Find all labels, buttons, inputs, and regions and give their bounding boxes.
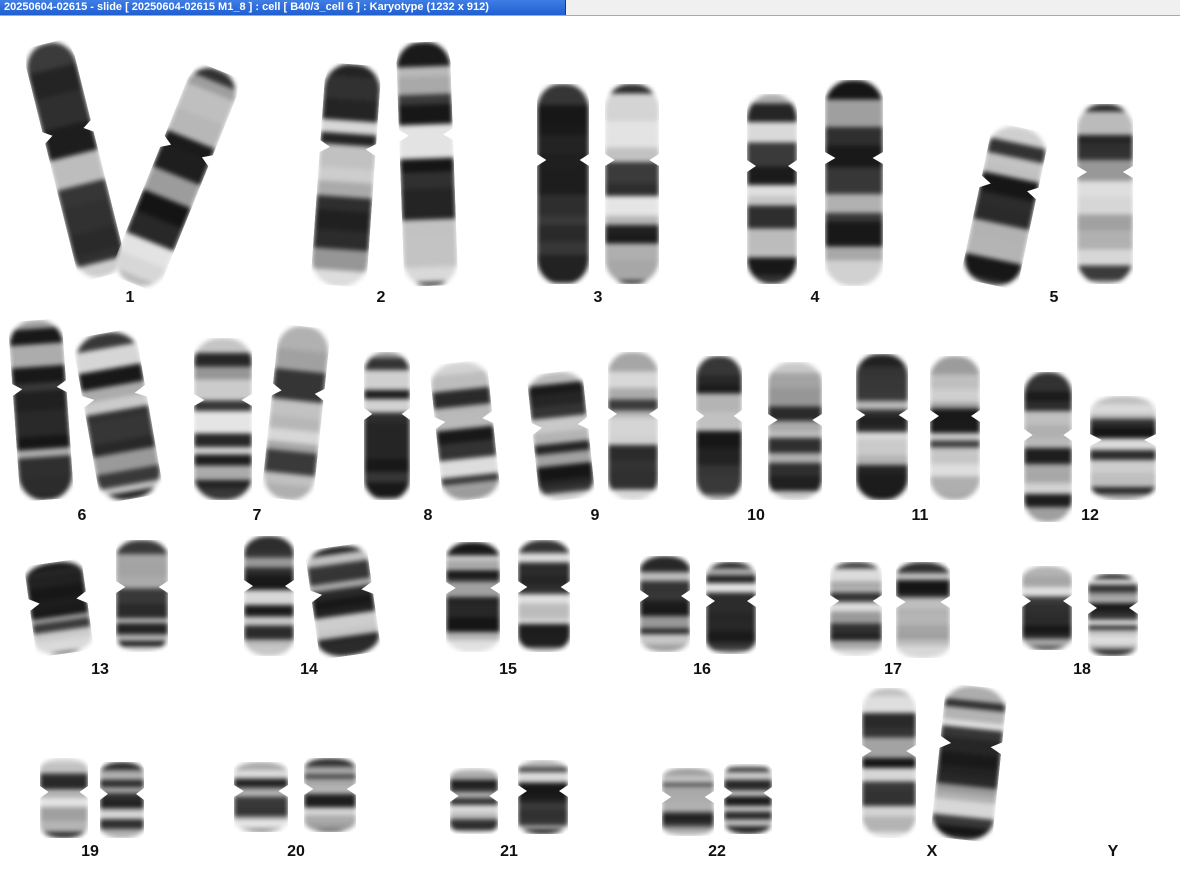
chromosome-1-a[interactable]: [22, 38, 129, 283]
chromosome-2-a[interactable]: [310, 62, 381, 287]
window-title-tab[interactable]: 20250604-02615 - slide [ 20250604-02615 …: [0, 0, 566, 15]
chromosome-18-b[interactable]: [1088, 574, 1138, 656]
chromosome-x-a[interactable]: [862, 688, 916, 838]
chromosome-label-8: 8: [423, 507, 433, 524]
chromosome-13-b[interactable]: [116, 540, 168, 652]
chromosome-label-19: 19: [81, 843, 99, 860]
chromosome-4-a[interactable]: [747, 94, 797, 284]
chromosome-3-a[interactable]: [537, 84, 589, 284]
chromosome-label-9: 9: [590, 507, 600, 524]
chromosome-20-b[interactable]: [304, 758, 356, 832]
chromosome-8-a[interactable]: [364, 352, 410, 500]
chromosome-19-b[interactable]: [100, 762, 144, 838]
chromosome-14-b[interactable]: [305, 542, 382, 660]
chromosome-19-a[interactable]: [40, 758, 88, 838]
chromosome-label-7: 7: [252, 507, 262, 524]
chromosome-9-b[interactable]: [608, 352, 658, 500]
chromosome-5-a[interactable]: [960, 122, 1050, 291]
chromosome-21-a[interactable]: [450, 768, 498, 834]
chromosome-4-b[interactable]: [825, 80, 883, 286]
window-title: 20250604-02615 - slide [ 20250604-02615 …: [4, 1, 489, 13]
chromosome-11-a[interactable]: [856, 354, 908, 500]
chromosome-6-a[interactable]: [8, 318, 74, 501]
chromosome-22-b[interactable]: [724, 764, 772, 834]
chromosome-label-10: 10: [747, 507, 765, 524]
chromosome-label-1: 1: [125, 289, 135, 306]
chromosome-15-b[interactable]: [518, 540, 570, 652]
chromosome-12-b[interactable]: [1090, 396, 1156, 500]
chromosome-11-b[interactable]: [930, 356, 980, 500]
chromosome-9-a[interactable]: [526, 369, 595, 502]
chromosome-label-17: 17: [884, 661, 902, 678]
chromosome-label-13: 13: [91, 661, 109, 678]
chromosome-16-b[interactable]: [706, 562, 756, 654]
chromosome-14-a[interactable]: [244, 536, 294, 656]
chromosome-17-a[interactable]: [830, 562, 882, 656]
chromosome-21-b[interactable]: [518, 760, 568, 834]
chromosome-label-3: 3: [593, 289, 603, 306]
chromosome-label-20: 20: [287, 843, 305, 860]
chromosome-2-b[interactable]: [396, 41, 458, 287]
chromosome-22-a[interactable]: [662, 768, 714, 836]
window-titlebar: 20250604-02615 - slide [ 20250604-02615 …: [0, 0, 1180, 16]
chromosome-label-y: Y: [1107, 843, 1119, 860]
chromosome-5-b[interactable]: [1077, 104, 1133, 284]
chromosome-20-a[interactable]: [234, 762, 288, 832]
chromosome-10-a[interactable]: [696, 356, 742, 500]
chromosome-label-18: 18: [1073, 661, 1091, 678]
chromosome-15-a[interactable]: [446, 542, 500, 652]
chromosome-18-a[interactable]: [1022, 566, 1072, 650]
chromosome-10-b[interactable]: [768, 362, 822, 500]
chromosome-label-15: 15: [499, 661, 517, 678]
chromosome-label-16: 16: [693, 661, 711, 678]
chromosome-8-b[interactable]: [429, 359, 501, 502]
karyotype-canvas[interactable]: 1 2 3 4 5 6 7 8 9 10 11 12 13 14 15 16 17 18 19 20 21 22 X Y: [0, 17, 1180, 878]
chromosome-label-14: 14: [300, 661, 318, 678]
chromosome-label-21: 21: [500, 843, 518, 860]
chromosome-label-2: 2: [376, 289, 386, 306]
chromosome-7-a[interactable]: [194, 338, 252, 500]
chromosome-16-a[interactable]: [640, 556, 690, 652]
chromosome-13-a[interactable]: [24, 558, 94, 657]
chromosome-label-22: 22: [708, 843, 726, 860]
chromosome-label-12: 12: [1081, 507, 1099, 524]
chromosome-7-b[interactable]: [261, 324, 331, 502]
chromosome-label-5: 5: [1049, 289, 1059, 306]
chromosome-label-11: 11: [911, 507, 929, 524]
chromosome-12-a[interactable]: [1024, 372, 1072, 522]
chromosome-label-4: 4: [810, 289, 820, 306]
chromosome-label-6: 6: [77, 507, 87, 524]
chromosome-3-b[interactable]: [605, 84, 659, 284]
chromosome-1-b[interactable]: [109, 61, 243, 294]
chromosome-17-b[interactable]: [896, 562, 950, 658]
chromosome-6-b[interactable]: [72, 328, 164, 505]
chromosome-x-b[interactable]: [930, 683, 1008, 843]
chromosome-label-x: X: [926, 843, 938, 860]
